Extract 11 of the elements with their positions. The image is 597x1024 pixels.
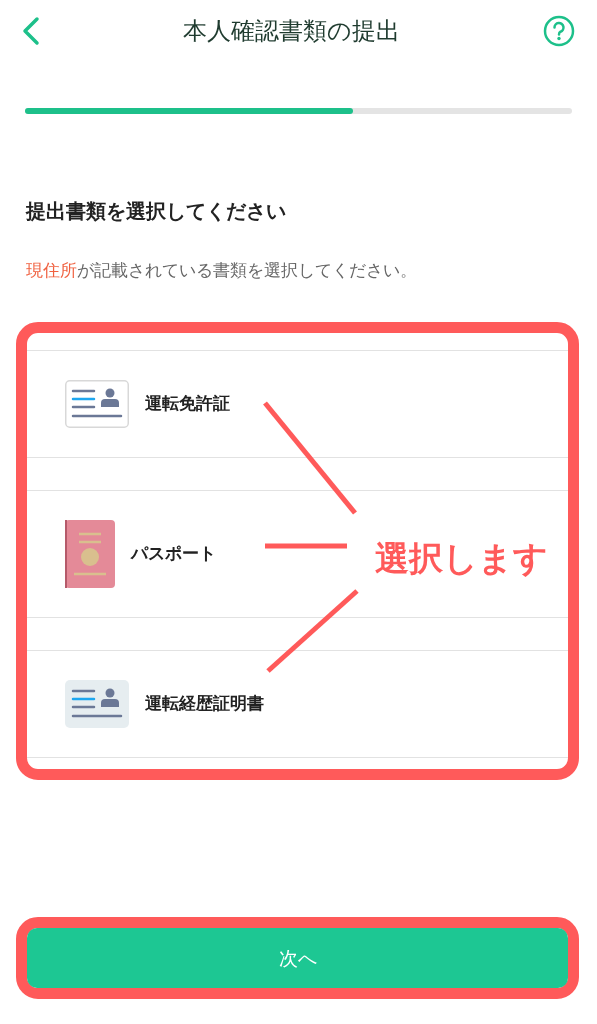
back-icon[interactable] xyxy=(22,16,40,46)
annotation-label: 選択します xyxy=(375,536,548,580)
help-icon[interactable] xyxy=(543,15,575,47)
id-card-icon xyxy=(65,679,129,728)
screen-title: 本人確認書類の提出 xyxy=(183,16,400,47)
section-heading: 提出書類を選択してください xyxy=(26,198,287,225)
instruction-text: 現住所が記載されている書類を選択してください。 xyxy=(26,259,418,282)
document-option[interactable]: 運転経歴証明書 xyxy=(27,649,568,758)
document-option[interactable]: 運転免許証 xyxy=(27,349,568,458)
passport-icon xyxy=(65,519,115,588)
id-card-icon xyxy=(65,379,129,428)
